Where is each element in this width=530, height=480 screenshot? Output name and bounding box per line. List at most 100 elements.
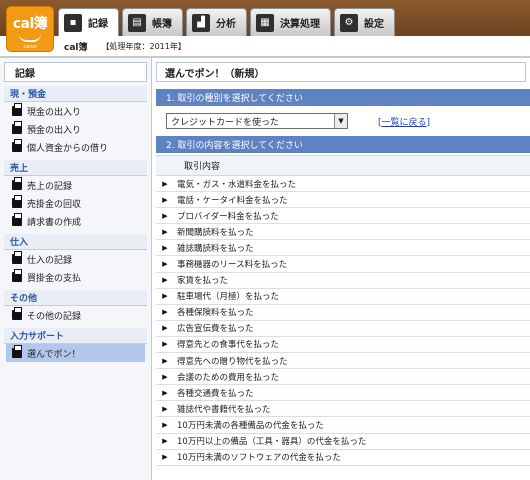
table-row[interactable]: ▶ プロバイダー料金を払った — [156, 208, 530, 225]
table-row[interactable]: ▶ 雑誌購読料を払った — [156, 240, 530, 257]
ledger-icon: ▤ — [128, 13, 146, 32]
type-select-row: クレジットカードを使った ▼ [一覧に戻る] — [152, 106, 530, 136]
sidebar-item-label: 個人資金からの借り — [27, 143, 109, 154]
tab-settlement[interactable]: ▦ 決算処理 — [250, 8, 331, 36]
sidebar-item-cash-inout[interactable]: 現金の出入り — [0, 102, 151, 120]
sidebar-item-invoice[interactable]: 請求書の作成 — [0, 212, 151, 230]
tab-record[interactable]: ▪ 記録 — [58, 8, 119, 36]
sidebar-item-label: 売掛金の回収 — [27, 199, 82, 210]
table-row[interactable]: ▶ 家賃を払った — [156, 273, 530, 289]
settlement-icon: ▦ — [256, 13, 274, 32]
sidebar-item-personal-loan[interactable]: 個人資金からの借り — [0, 138, 151, 156]
sidebar-item-label: 請求書の作成 — [27, 217, 82, 228]
row-label: 家賃を払った — [177, 276, 229, 287]
sidebar-item-payable[interactable]: 買掛金の支払 — [0, 268, 151, 286]
play-arrow-icon: ▶ — [162, 179, 168, 188]
table-row[interactable]: ▶ 事務機器のリース料を払った — [156, 256, 530, 273]
play-arrow-icon: ▶ — [162, 388, 168, 397]
sidebar-item-label: その他の記録 — [27, 311, 82, 322]
sidebar-item-purchase-record[interactable]: 仕入の記録 — [0, 250, 151, 268]
book-icon — [12, 269, 22, 282]
row-label: 広告宣伝費を払った — [177, 324, 254, 335]
table-row[interactable]: ▶ 10万円未満のソフトウェアの代金を払った — [156, 450, 530, 466]
sidebar-item-sales-record[interactable]: 売上の記録 — [0, 176, 151, 194]
row-label: 雑誌購読料を払った — [177, 243, 254, 254]
row-label: 雑誌代や書籍代を払った — [177, 404, 271, 415]
sidebar-section-other: その他 — [4, 290, 147, 306]
step2-bar: 2. 取引の内容を選択してください — [156, 136, 530, 153]
play-arrow-icon: ▶ — [162, 453, 168, 462]
sidebar-item-deposit-inout[interactable]: 預金の出入り — [0, 120, 151, 138]
play-arrow-icon: ▶ — [162, 340, 168, 349]
tab-ledger[interactable]: ▤ 帳簿 — [122, 8, 183, 36]
tab-settings[interactable]: ⚙ 設定 — [334, 8, 395, 36]
table-row[interactable]: ▶ 広告宣伝費を払った — [156, 321, 530, 337]
book-icon — [12, 103, 22, 116]
table-row[interactable]: ▶ 得意先との食事代を払った — [156, 337, 530, 354]
book-icon — [12, 307, 22, 320]
sidebar-item-label: 現金の出入り — [27, 107, 82, 118]
sidebar: 記録 現・預金 現金の出入り 預金の出入り 個人資金からの借り 売上 売上の記録… — [0, 58, 152, 480]
table-row[interactable]: ▶ 電話・ケータイ料金を払った — [156, 192, 530, 209]
book-icon — [12, 177, 22, 190]
app-logo[interactable]: cal簿 calvo — [6, 6, 54, 52]
play-arrow-icon: ▶ — [162, 404, 168, 413]
book-icon — [12, 213, 22, 226]
play-arrow-icon: ▶ — [162, 292, 168, 301]
sidebar-item-erandepon[interactable]: 選んでポン！ — [6, 344, 145, 362]
sidebar-section-purchase: 仕入 — [4, 234, 147, 250]
row-label: 10万円未満のソフトウェアの代金を払った — [177, 453, 341, 464]
table-row[interactable]: ▶ 雑誌代や書籍代を払った — [156, 401, 530, 418]
play-arrow-icon: ▶ — [162, 308, 168, 317]
column-header: 取引内容 — [156, 156, 530, 176]
table-row[interactable]: ▶ 駐車場代（月極）を払った — [156, 289, 530, 305]
sidebar-item-label: 選んでポン！ — [27, 349, 81, 360]
table-row[interactable]: ▶ 各種保険料を払った — [156, 305, 530, 321]
sub-header: cal簿 【処理年度：2011年】 — [0, 36, 530, 58]
row-label: 新聞購読料を払った — [177, 227, 254, 238]
tab-analysis[interactable]: ▟ 分析 — [186, 8, 247, 36]
back-to-list-link[interactable]: [一覧に戻る] — [378, 115, 430, 128]
play-arrow-icon: ▶ — [162, 276, 168, 285]
play-arrow-icon: ▶ — [162, 211, 168, 220]
select-value: クレジットカードを使った — [171, 117, 280, 128]
row-label: 電気・ガス・水道料金を払った — [177, 179, 297, 190]
book-icon — [12, 121, 22, 134]
row-label: 会議のための費用を払った — [177, 372, 280, 383]
fiscal-year: 【処理年度：2011年】 — [101, 41, 186, 51]
tab-label: 記録 — [88, 19, 108, 30]
book-icon — [12, 345, 22, 358]
table-row[interactable]: ▶ 電気・ガス・水道料金を払った — [156, 176, 530, 193]
table-row[interactable]: ▶ 会議のための費用を払った — [156, 369, 530, 386]
table-row[interactable]: ▶ 各種交通費を払った — [156, 385, 530, 402]
table-row[interactable]: ▶ 得意先への贈り物代を払った — [156, 353, 530, 370]
sidebar-item-label: 預金の出入り — [27, 125, 82, 136]
sidebar-item-other-record[interactable]: その他の記録 — [0, 306, 151, 324]
play-arrow-icon: ▶ — [162, 372, 168, 381]
book-icon — [12, 139, 22, 152]
play-arrow-icon: ▶ — [162, 195, 168, 204]
sidebar-section-support: 入力サポート — [4, 328, 147, 344]
table-row[interactable]: ▶ 10万円以上の備品（工具・器具）の代金を払った — [156, 434, 530, 450]
table-row[interactable]: ▶ 10万円未満の各種備品の代金を払った — [156, 417, 530, 434]
sidebar-item-receivable[interactable]: 売掛金の回収 — [0, 194, 151, 212]
play-arrow-icon: ▶ — [162, 356, 168, 365]
transaction-type-select[interactable]: クレジットカードを使った ▼ — [166, 113, 348, 129]
chevron-down-icon[interactable]: ▼ — [334, 114, 347, 128]
tab-label: 決算処理 — [280, 19, 320, 30]
row-label: 事務機器のリース料を払った — [177, 260, 288, 271]
row-label: 得意先への贈り物代を払った — [177, 356, 288, 367]
tab-label: 分析 — [216, 19, 236, 30]
play-arrow-icon: ▶ — [162, 227, 168, 236]
chart-icon: ▟ — [192, 13, 210, 32]
gear-icon: ⚙ — [340, 13, 358, 32]
row-label: 得意先との食事代を払った — [177, 340, 279, 351]
main-tabs: ▪ 記録 ▤ 帳簿 ▟ 分析 ▦ 決算処理 ⚙ 設定 — [58, 8, 395, 36]
play-arrow-icon: ▶ — [162, 437, 168, 446]
table-row[interactable]: ▶ 新聞購読料を払った — [156, 224, 530, 241]
table-rows: ▶ 電気・ガス・水道料金を払った ▶ 電話・ケータイ料金を払った ▶ プロバイダー料金を払… — [156, 176, 530, 466]
row-label: 各種交通費を払った — [177, 388, 254, 399]
logo-subtext: calvo — [23, 44, 37, 50]
row-label: プロバイダー料金を払った — [177, 211, 279, 222]
book-icon: ▪ — [64, 13, 82, 32]
